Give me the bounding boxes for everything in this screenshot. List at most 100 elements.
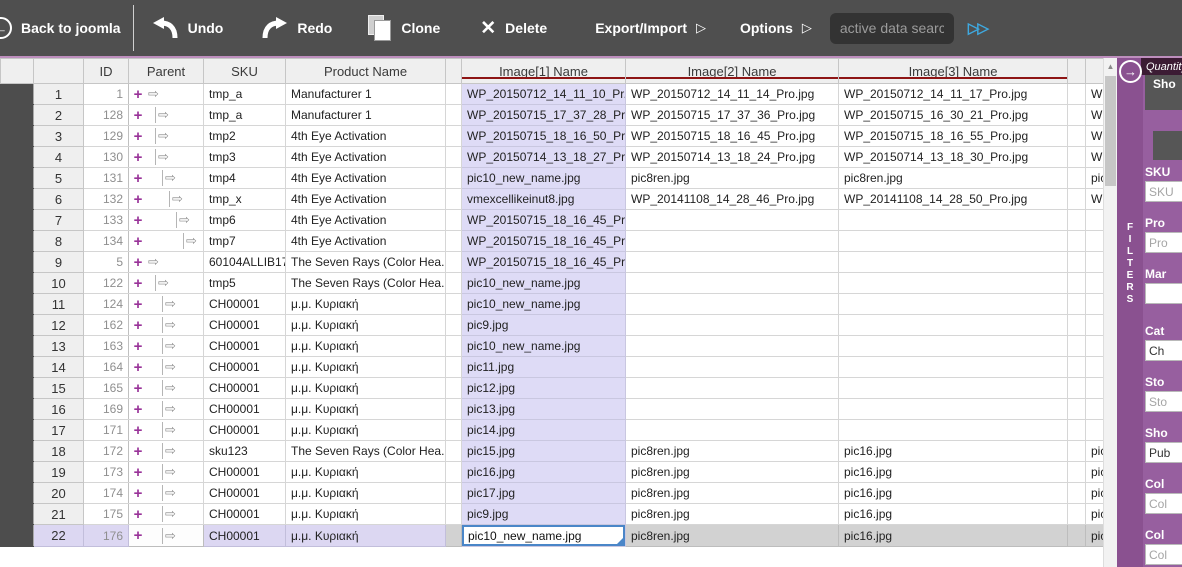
cell-image1-name[interactable]: WP_20150715_18_16_50_Pr...: [461, 125, 626, 147]
cell-sku[interactable]: tmp_a: [203, 104, 286, 126]
cell-image4-name[interactable]: pic: [1085, 461, 1103, 483]
cell-spacer[interactable]: [445, 335, 462, 357]
parent-arrow-icon[interactable]: ⇨: [162, 338, 176, 354]
cell-spacer[interactable]: [445, 356, 462, 378]
cell-product-name[interactable]: μ.μ. Κυριακή: [285, 482, 446, 504]
cell-id[interactable]: 172: [83, 440, 129, 462]
cell-spacer[interactable]: [1067, 461, 1086, 483]
column-header-parent[interactable]: Parent: [128, 58, 204, 84]
row-gutter[interactable]: [0, 146, 34, 168]
parent-arrow-icon[interactable]: ⇨: [155, 107, 169, 123]
cell-spacer[interactable]: [445, 440, 462, 462]
cell-spacer[interactable]: [445, 377, 462, 399]
row-gutter[interactable]: [0, 377, 34, 399]
cell-image1-name[interactable]: WP_20150715_18_16_45_Pr...: [461, 251, 626, 273]
cell-spacer[interactable]: [1067, 524, 1086, 547]
cell-image1-name[interactable]: WP_20150714_13_18_27_Pr...: [461, 146, 626, 168]
cell-image4-name[interactable]: [1085, 251, 1103, 273]
cell-sku[interactable]: tmp7: [203, 230, 286, 252]
cell-image2-name[interactable]: WP_20150712_14_11_14_Pro.jpg: [625, 83, 839, 105]
cell-image3-name[interactable]: [838, 398, 1068, 420]
row-gutter[interactable]: [0, 524, 34, 547]
cell-image1-name[interactable]: pic13.jpg: [461, 398, 626, 420]
cell-image4-name[interactable]: pic: [1085, 482, 1103, 504]
cell-image3-name[interactable]: [838, 356, 1068, 378]
row-gutter[interactable]: [0, 83, 34, 105]
cell-image1-name[interactable]: pic10_new_name.jpg: [461, 272, 626, 294]
cell-spacer[interactable]: [445, 524, 462, 547]
redo-button[interactable]: Redo: [261, 16, 332, 40]
cell-id[interactable]: 1: [83, 83, 129, 105]
cell-sku[interactable]: sku123: [203, 440, 286, 462]
cell-image4-name[interactable]: W: [1085, 83, 1103, 105]
cell-spacer[interactable]: [445, 293, 462, 315]
row-gutter[interactable]: [0, 461, 34, 483]
expand-plus-icon[interactable]: +: [131, 317, 145, 334]
cell-image4-name[interactable]: pic: [1085, 167, 1103, 189]
cell-spacer[interactable]: [1067, 230, 1086, 252]
cell-image1-name[interactable]: WP_20150715_18_16_45_Pr...: [461, 209, 626, 231]
cell-id[interactable]: 176: [83, 524, 129, 547]
cell-spacer[interactable]: [1067, 188, 1086, 210]
cell-parent[interactable]: + ⇨: [128, 83, 204, 105]
row-gutter[interactable]: [0, 314, 34, 336]
row-number-cell[interactable]: 18: [33, 440, 84, 462]
cell-image1-name[interactable]: pic10_new_name.jpg: [461, 293, 626, 315]
parent-arrow-icon[interactable]: ⇨: [155, 149, 169, 165]
cell-id[interactable]: 122: [83, 272, 129, 294]
cell-parent[interactable]: + ⇨: [128, 167, 204, 189]
cell-spacer[interactable]: [1067, 209, 1086, 231]
expand-plus-icon[interactable]: +: [131, 107, 145, 124]
cell-image2-name[interactable]: WP_20150715_17_37_36_Pro.jpg: [625, 104, 839, 126]
cell-image1-name[interactable]: pic10_new_name.jpg: [461, 335, 626, 357]
cell-spacer[interactable]: [445, 209, 462, 231]
cell-image1-name[interactable]: pic12.jpg: [461, 377, 626, 399]
expand-plus-icon[interactable]: +: [131, 296, 145, 313]
cell-product-name[interactable]: 4th Eye Activation: [285, 167, 446, 189]
cell-parent[interactable]: + ⇨: [128, 251, 204, 273]
row-gutter[interactable]: [0, 440, 34, 462]
cell-image1-name[interactable]: WP_20150715_17_37_28_Pr...: [461, 104, 626, 126]
expand-plus-icon[interactable]: +: [131, 422, 145, 439]
parent-arrow-icon[interactable]: ⇨: [162, 464, 176, 480]
cell-image1-name[interactable]: vmexcellikeinut8.jpg: [461, 188, 626, 210]
cell-spacer[interactable]: [1067, 83, 1086, 105]
expand-plus-icon[interactable]: +: [131, 275, 145, 292]
column-header-img3[interactable]: Image[3] Name: [838, 58, 1068, 84]
cell-image3-name[interactable]: WP_20150712_14_11_17_Pro.jpg: [838, 83, 1068, 105]
cell-id[interactable]: 165: [83, 377, 129, 399]
cell-id[interactable]: 128: [83, 104, 129, 126]
cell-parent[interactable]: + ⇨: [128, 209, 204, 231]
cell-parent[interactable]: + ⇨: [128, 356, 204, 378]
row-number-cell[interactable]: 12: [33, 314, 84, 336]
expand-plus-icon[interactable]: +: [131, 233, 145, 250]
column-header-rownum[interactable]: [33, 58, 84, 84]
cell-spacer[interactable]: [445, 83, 462, 105]
row-number-cell[interactable]: 9: [33, 251, 84, 273]
cell-image2-name[interactable]: pic8ren.jpg: [625, 524, 839, 547]
expand-plus-icon[interactable]: +: [131, 149, 145, 166]
expand-plus-icon[interactable]: +: [131, 506, 145, 523]
cell-image3-name[interactable]: [838, 335, 1068, 357]
cell-image3-name[interactable]: WP_20141108_14_28_50_Pro.jpg: [838, 188, 1068, 210]
filter-field-input[interactable]: [1145, 340, 1182, 361]
row-gutter[interactable]: [0, 482, 34, 504]
cell-image4-name[interactable]: [1085, 209, 1103, 231]
parent-arrow-icon[interactable]: ⇨: [155, 275, 169, 291]
cell-id[interactable]: 163: [83, 335, 129, 357]
cell-image1-name[interactable]: pic16.jpg: [461, 461, 626, 483]
cell-image3-name[interactable]: [838, 209, 1068, 231]
column-header-img1[interactable]: Image[1] Name: [461, 58, 626, 84]
cell-id[interactable]: 131: [83, 167, 129, 189]
cell-editor-input[interactable]: [464, 527, 623, 544]
row-number-cell[interactable]: 6: [33, 188, 84, 210]
cell-image2-name[interactable]: WP_20150714_13_18_24_Pro.jpg: [625, 146, 839, 168]
cell-image3-name[interactable]: [838, 419, 1068, 441]
cell-spacer[interactable]: [1067, 104, 1086, 126]
cell-spacer[interactable]: [1067, 146, 1086, 168]
search-go-icon[interactable]: ▷▷: [968, 19, 989, 37]
cell-image2-name[interactable]: pic8ren.jpg: [625, 482, 839, 504]
expand-plus-icon[interactable]: +: [131, 86, 145, 103]
cell-spacer[interactable]: [445, 104, 462, 126]
expand-plus-icon[interactable]: +: [131, 401, 145, 418]
